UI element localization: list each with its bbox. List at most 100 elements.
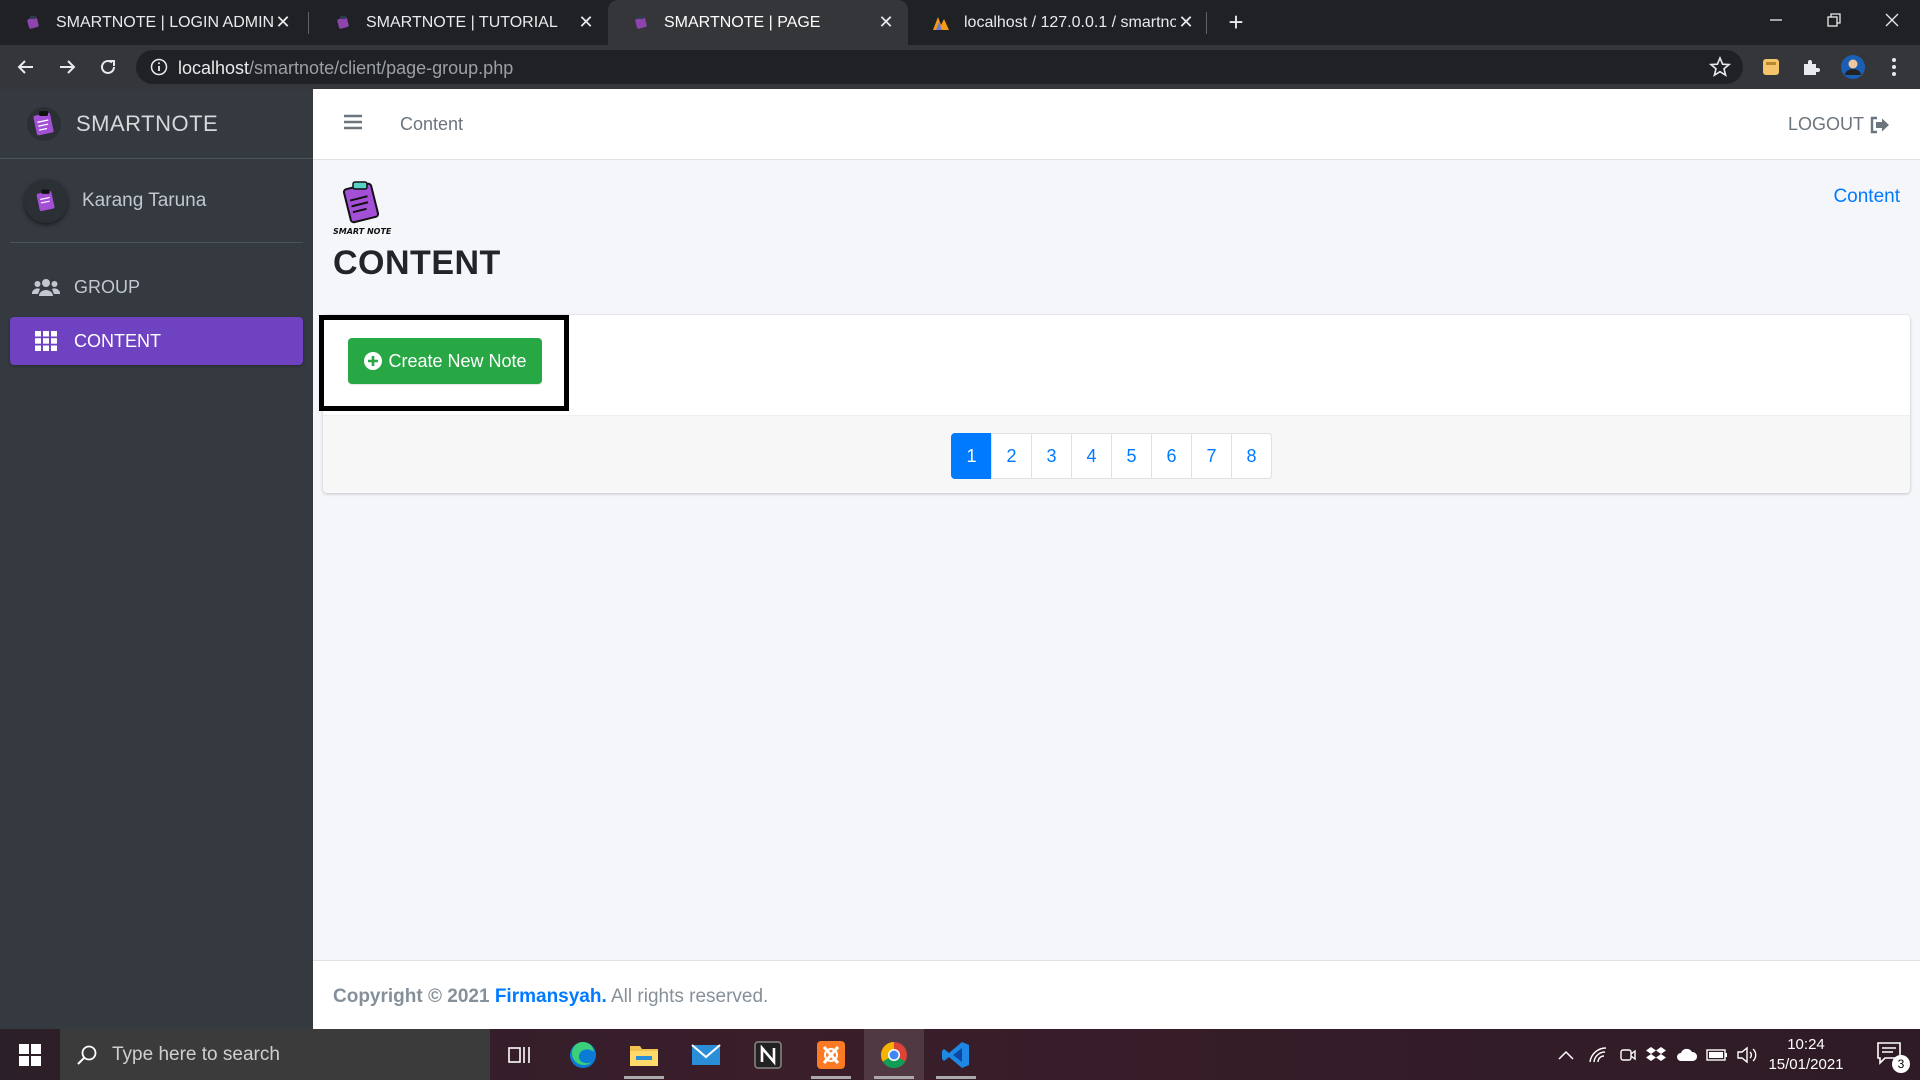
windows-start-icon[interactable] [0,1029,60,1080]
page-2-link[interactable]: 2 [991,433,1032,479]
page-title: CONTENT [333,244,501,282]
logout-label: LOGOUT [1787,114,1864,134]
user-panel[interactable]: Karang Taruna [10,159,303,243]
pagination: 1 2 3 4 5 6 7 8 [951,433,1272,479]
forward-arrow-icon[interactable] [51,51,83,83]
page-6-link[interactable]: 6 [1151,433,1192,479]
bookmark-star-icon[interactable] [1708,55,1732,83]
chrome-icon[interactable] [864,1029,924,1080]
clock-time: 10:24 [1787,1036,1825,1053]
tab-tutorial[interactable]: SMARTNOTE | TUTORIAL ✕ [310,0,608,45]
page-3-link[interactable]: 3 [1031,433,1072,479]
tab-phpmyadmin[interactable]: localhost / 127.0.0.1 / smartnote ✕ [908,0,1208,45]
mail-icon[interactable] [676,1029,736,1080]
chevron-up-icon[interactable] [1552,1029,1580,1080]
address-bar[interactable]: localhost/smartnote/client/page-group.ph… [136,50,1743,84]
navbar-content-link[interactable]: Content [400,114,463,135]
logout-link[interactable]: LOGOUT [1788,114,1890,135]
footer-text: Copyright © 2021 Firmansyah. All rights … [333,986,768,1008]
sidebar-item-label: GROUP [74,276,141,297]
profile-avatar[interactable] [1837,51,1869,83]
brand-link[interactable]: SMARTNOTE [0,89,313,159]
taskbar-search-input[interactable]: Type here to search [60,1029,490,1080]
tab-divider [1206,12,1207,34]
task-view-icon[interactable] [490,1029,550,1080]
notion-icon[interactable] [738,1029,798,1080]
sidebar-item-label: CONTENT [74,330,161,351]
new-tab-button[interactable]: + [1220,6,1252,38]
sidebar-nav: GROUP CONTENT [10,263,303,371]
page-8-link[interactable]: 8 [1231,433,1272,479]
brand-text: SMARTNOTE [76,110,219,136]
smartnote-favicon-icon [334,14,352,32]
reload-icon[interactable] [92,51,124,83]
minimize-icon[interactable] [1748,0,1804,40]
tab-title: SMARTNOTE | PAGE [664,13,821,31]
user-avatar [24,178,68,223]
page-4-link[interactable]: 4 [1071,433,1112,479]
file-explorer-icon[interactable] [614,1029,674,1080]
taskbar-clock[interactable]: 10:24 15/01/2021 [1764,1035,1848,1075]
sidebar-item-group[interactable]: GROUP [10,263,303,311]
main-footer: Copyright © 2021 Firmansyah. All rights … [313,960,1920,1029]
content-card: Create New Note 1 2 3 4 5 6 7 8 [319,315,1910,493]
copyright-text: Copyright © 2021 [333,986,490,1007]
tab-close-icon[interactable]: ✕ [876,12,896,33]
tab-title: SMARTNOTE | TUTORIAL [366,13,558,31]
logo-text: SMART NOTE [333,227,392,236]
page-5-link[interactable]: 5 [1111,433,1152,479]
sidebar-item-content[interactable]: CONTENT [10,317,303,365]
notification-count-badge: 3 [1892,1055,1910,1073]
card-footer: 1 2 3 4 5 6 7 8 [323,415,1910,493]
battery-icon[interactable] [1702,1029,1732,1080]
phpmyadmin-favicon-icon [932,14,950,32]
back-arrow-icon[interactable] [10,51,42,83]
hamburger-menu-icon[interactable] [343,113,363,136]
notification-center-icon[interactable]: 3 [1876,1041,1910,1073]
search-placeholder: Type here to search [112,1043,280,1065]
tab-close-icon[interactable]: ✕ [576,12,596,33]
smartnote-favicon-icon [24,14,42,32]
breadcrumb[interactable]: Content [1833,186,1900,208]
plus-circle-icon [364,352,383,370]
smartnote-logo-icon [26,106,62,142]
close-window-icon[interactable] [1864,0,1920,40]
page-7-link[interactable]: 7 [1191,433,1232,479]
browser-toolbar: localhost/smartnote/client/page-group.ph… [0,45,1920,89]
search-icon [77,1045,97,1065]
create-button-label: Create New Note [388,350,527,371]
browser-tab-strip: SMARTNOTE | LOGIN ADMIN ✕ SMARTNOTE | TU… [0,0,1920,45]
smartnote-page-logo: SMART NOTE [333,180,393,238]
meet-now-icon[interactable] [1614,1029,1642,1080]
tab-page[interactable]: SMARTNOTE | PAGE ✕ [608,0,908,45]
card-body: Create New Note [319,315,1910,415]
sign-out-icon [1870,116,1889,133]
vscode-icon[interactable] [926,1029,986,1080]
sidebar: SMARTNOTE Karang Taruna GROUP CONTENT [0,89,313,1029]
volume-icon[interactable] [1732,1029,1762,1080]
tab-login-admin[interactable]: SMARTNOTE | LOGIN ADMIN ✕ [0,0,305,45]
page-1-link[interactable]: 1 [951,433,992,479]
site-info-icon[interactable] [150,58,168,81]
tab-close-icon[interactable]: ✕ [1176,12,1196,33]
author-link[interactable]: Firmansyah. [495,986,607,1007]
rights-text: All rights reserved. [611,986,769,1007]
extensions-puzzle-icon[interactable] [1795,51,1827,83]
wifi-icon[interactable] [1584,1029,1612,1080]
browser-menu-icon[interactable] [1878,51,1910,83]
clock-date: 15/01/2021 [1768,1056,1844,1073]
onedrive-cloud-icon[interactable] [1672,1029,1702,1080]
create-new-note-button[interactable]: Create New Note [348,338,542,384]
extension-icon[interactable] [1755,51,1787,83]
tab-close-icon[interactable]: ✕ [273,12,293,33]
restore-icon[interactable] [1806,0,1862,40]
dropbox-icon[interactable] [1642,1029,1670,1080]
tab-divider [308,12,309,34]
tab-title: localhost / 127.0.0.1 / smartnote [964,13,1176,31]
xampp-icon[interactable] [801,1029,861,1080]
grid-icon [32,331,60,351]
users-icon [32,277,60,297]
edge-browser-icon[interactable] [553,1029,613,1080]
top-navbar: Content LOGOUT [313,89,1920,160]
user-name: Karang Taruna [82,189,207,211]
